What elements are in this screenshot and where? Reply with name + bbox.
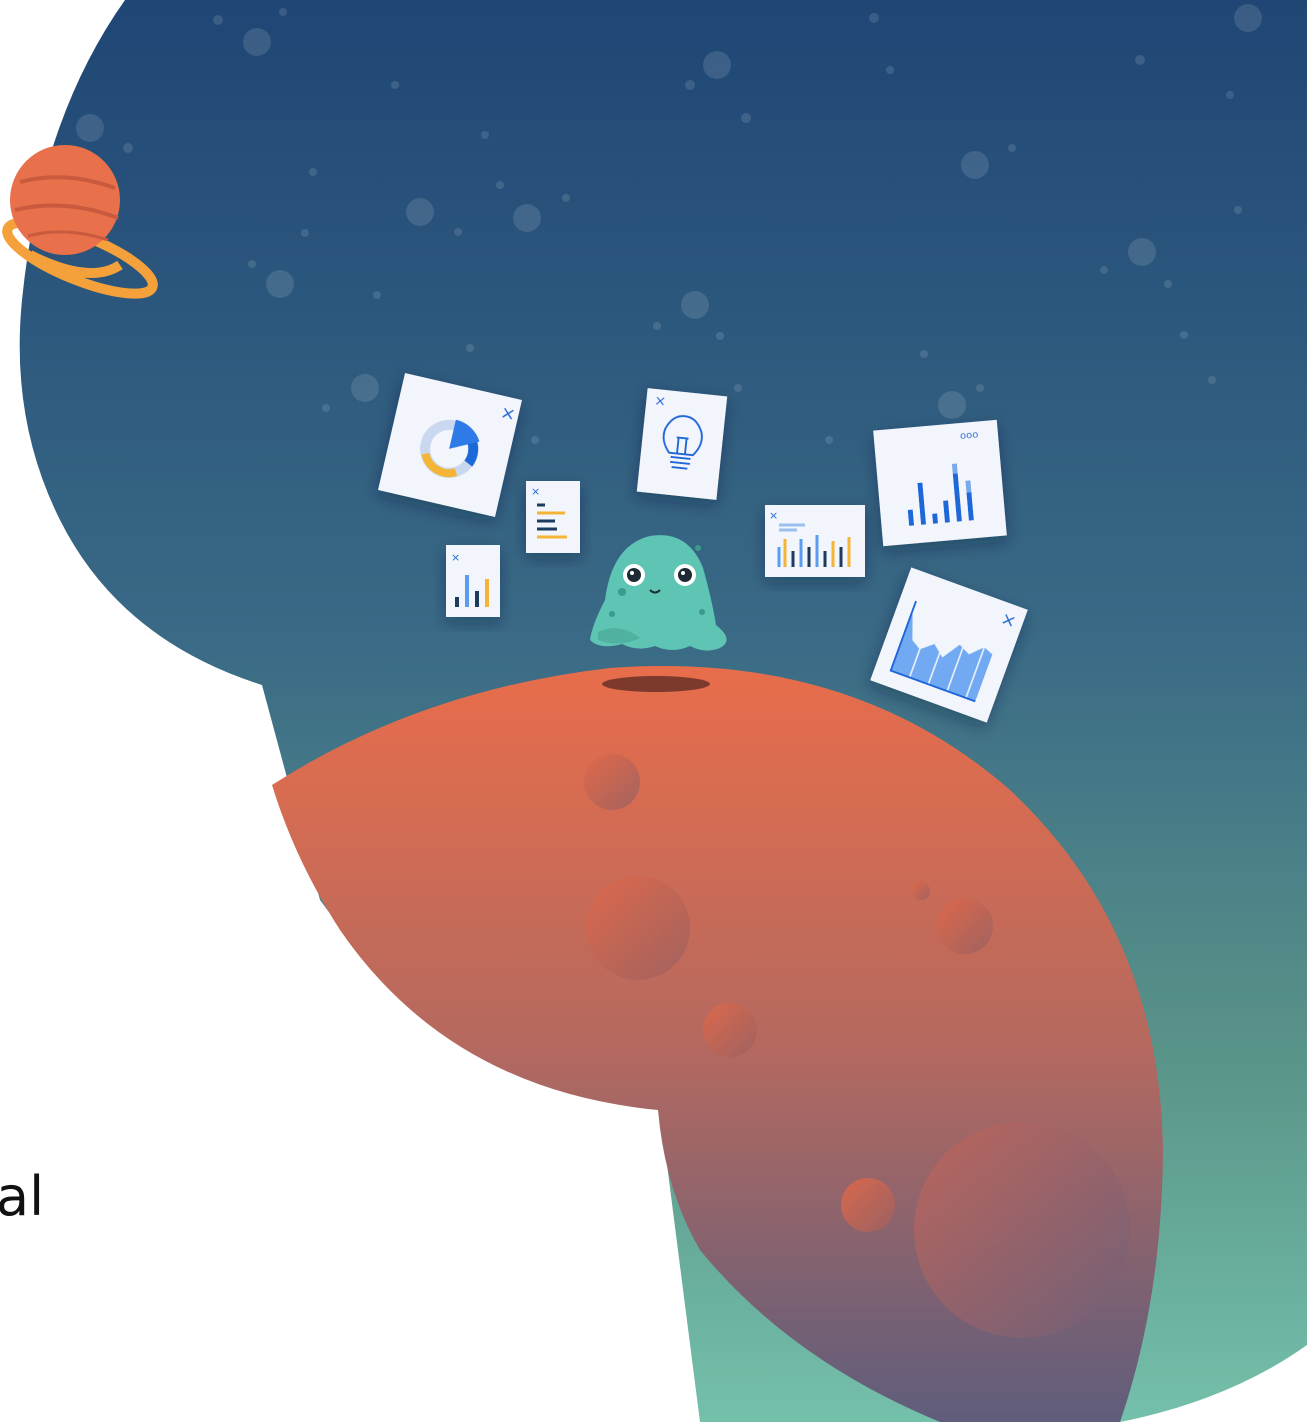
idea-card[interactable]: × — [636, 388, 728, 500]
partial-heading-text: al — [0, 1165, 45, 1228]
big-bar-chart-card[interactable]: ooo — [873, 419, 1007, 547]
small-bar-chart-card[interactable]: × — [446, 545, 500, 617]
list-card[interactable]: × — [526, 481, 580, 553]
close-icon[interactable]: × — [531, 485, 540, 498]
close-icon[interactable]: × — [451, 551, 460, 564]
space-illustration: × × × × × ooo × — [2, 0, 1307, 1422]
blob-shadow — [602, 676, 710, 692]
close-icon[interactable]: × — [769, 509, 778, 522]
wide-bar-chart-card[interactable]: × — [765, 505, 865, 577]
close-icon[interactable]: × — [654, 393, 667, 410]
more-dots-icon[interactable]: ooo — [960, 429, 979, 442]
